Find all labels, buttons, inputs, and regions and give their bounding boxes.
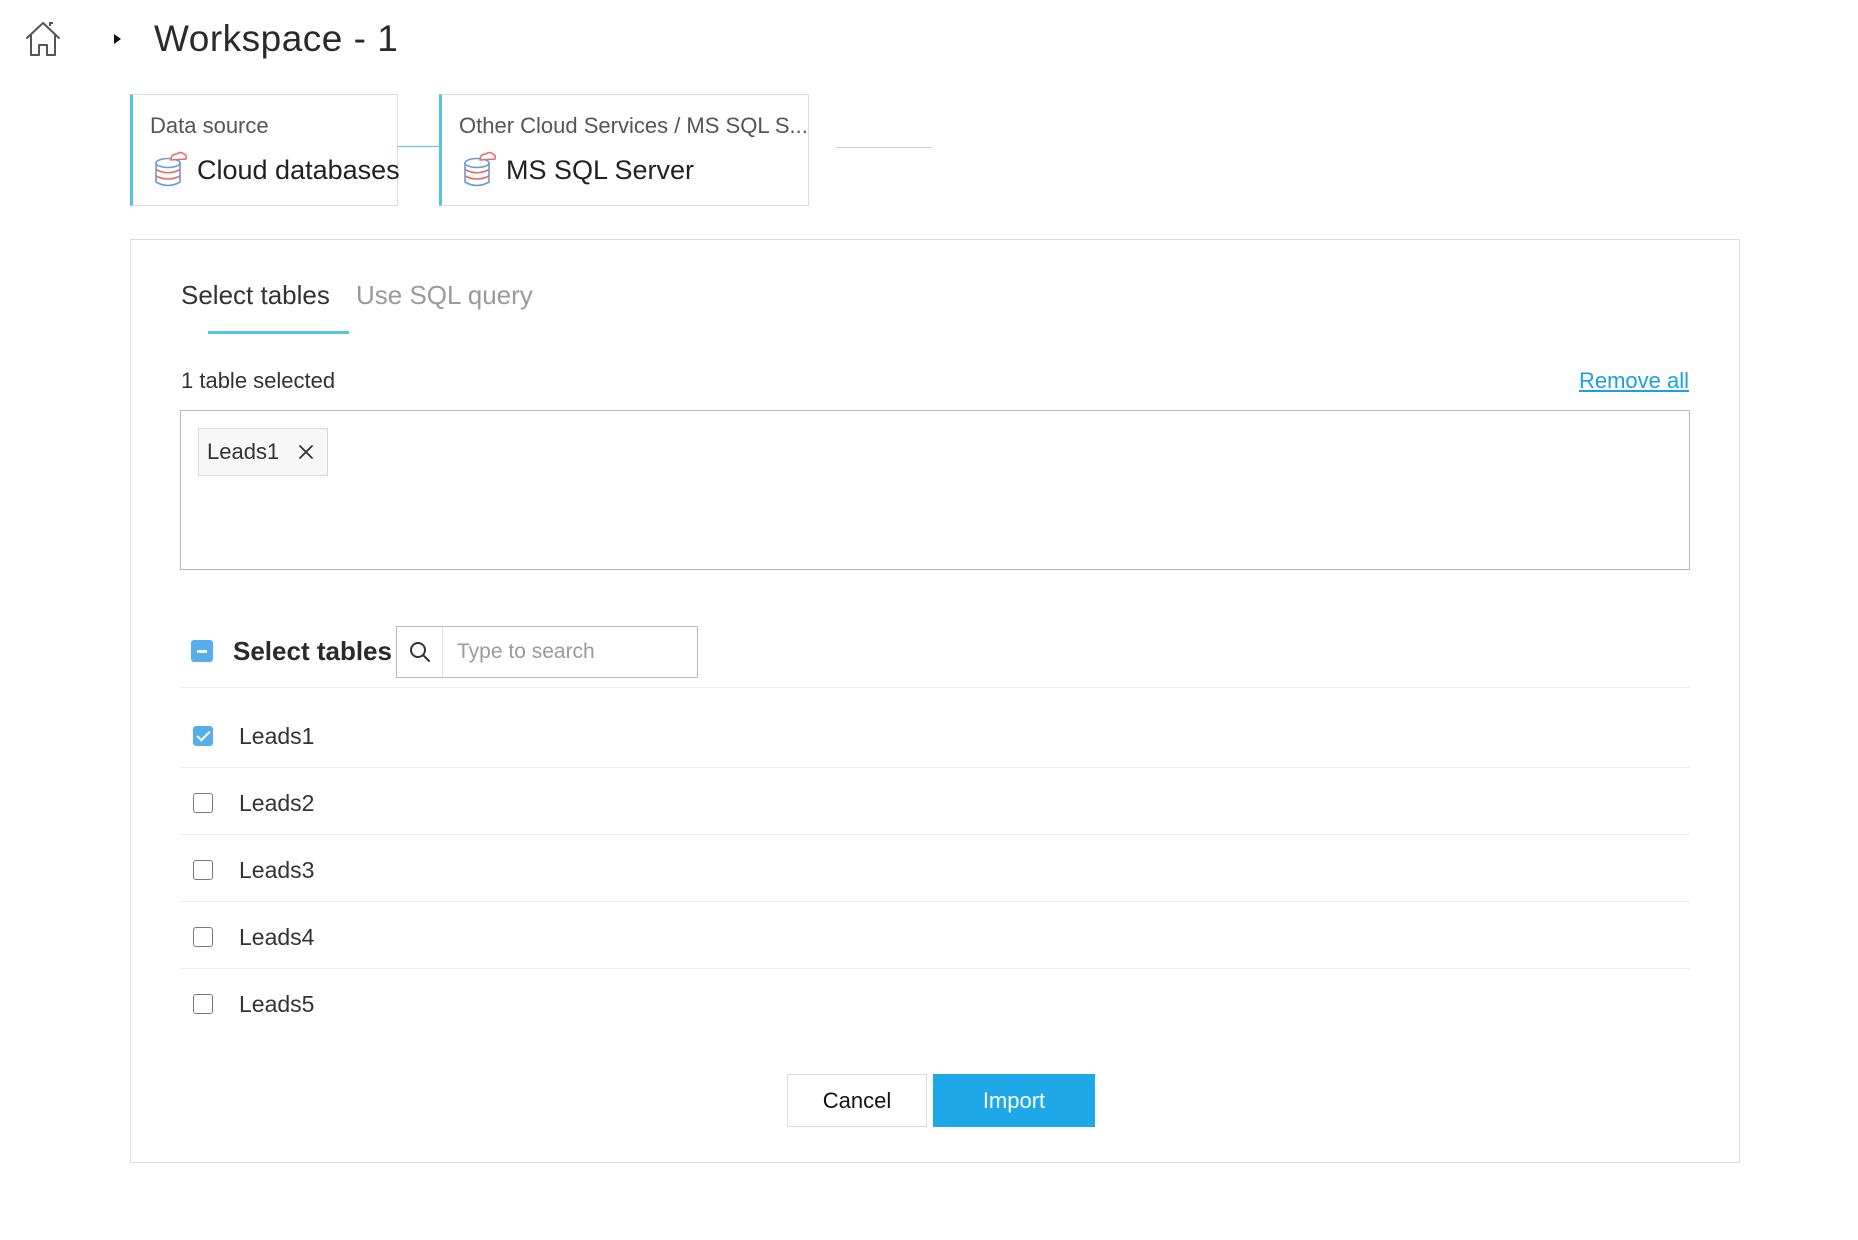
- table-row[interactable]: Leads5: [193, 989, 314, 1019]
- list-divider: [180, 968, 1690, 969]
- step-connector-type[interactable]: Other Cloud Services / MS SQL S... MS SQ…: [439, 94, 809, 206]
- row-checkbox[interactable]: [193, 726, 213, 746]
- row-label: Leads1: [239, 722, 315, 749]
- step-label: Data source: [150, 113, 269, 138]
- page-header: Workspace - 1: [22, 12, 398, 66]
- breadcrumb-caret-icon: [110, 32, 124, 46]
- step-value-row: Cloud databases: [153, 151, 400, 189]
- home-icon[interactable]: [22, 18, 64, 60]
- tab-select-tables[interactable]: Select tables: [181, 280, 330, 311]
- cloud-database-icon: [153, 151, 187, 189]
- close-icon[interactable]: [297, 443, 315, 461]
- selected-tables-box: Leads1: [180, 410, 1690, 570]
- step-connector: [398, 146, 440, 147]
- row-label: Leads3: [239, 856, 315, 883]
- step-label: Other Cloud Services / MS SQL S...: [459, 113, 808, 138]
- row-checkbox[interactable]: [193, 927, 213, 947]
- step-connector-pending: [836, 147, 932, 148]
- row-checkbox[interactable]: [193, 793, 213, 813]
- table-row[interactable]: Leads2: [193, 788, 314, 818]
- selected-count: 1 table selected: [181, 368, 336, 393]
- row-label: Leads4: [239, 923, 315, 950]
- import-button[interactable]: Import: [933, 1074, 1095, 1127]
- chip-label: Leads1: [207, 439, 280, 464]
- step-data-source[interactable]: Data source Cloud databases: [130, 94, 400, 206]
- list-divider: [180, 901, 1690, 902]
- step-value: MS SQL Server: [506, 154, 695, 185]
- table-row[interactable]: Leads4: [193, 922, 314, 952]
- list-divider: [180, 767, 1690, 768]
- list-divider: [180, 834, 1690, 835]
- step-value-row: MS SQL Server: [462, 151, 694, 189]
- workspace-title: Workspace - 1: [154, 18, 399, 59]
- row-label: Leads2: [239, 789, 315, 816]
- active-tab-indicator: [208, 331, 349, 334]
- cancel-button[interactable]: Cancel: [787, 1074, 927, 1127]
- table-search: [396, 626, 698, 678]
- search-icon: [408, 640, 432, 664]
- cloud-database-icon: [462, 151, 496, 189]
- import-panel: Select tables Use SQL query 1 table sele…: [130, 239, 1740, 1163]
- row-label: Leads5: [239, 990, 315, 1017]
- tab-use-sql-query[interactable]: Use SQL query: [356, 280, 533, 311]
- table-list-title: Select tables: [233, 635, 392, 666]
- row-checkbox[interactable]: [193, 994, 213, 1014]
- table-row[interactable]: Leads3: [193, 855, 314, 885]
- list-divider: [180, 687, 1690, 688]
- step-value: Cloud databases: [197, 154, 400, 185]
- select-all-checkbox[interactable]: [191, 640, 213, 662]
- remove-all-link[interactable]: Remove all: [1579, 368, 1689, 394]
- search-input[interactable]: [455, 639, 689, 665]
- selected-table-chip: Leads1: [198, 428, 329, 476]
- row-checkbox[interactable]: [193, 860, 213, 880]
- table-list-header: Select tables: [191, 625, 392, 677]
- table-row[interactable]: Leads1: [193, 721, 314, 751]
